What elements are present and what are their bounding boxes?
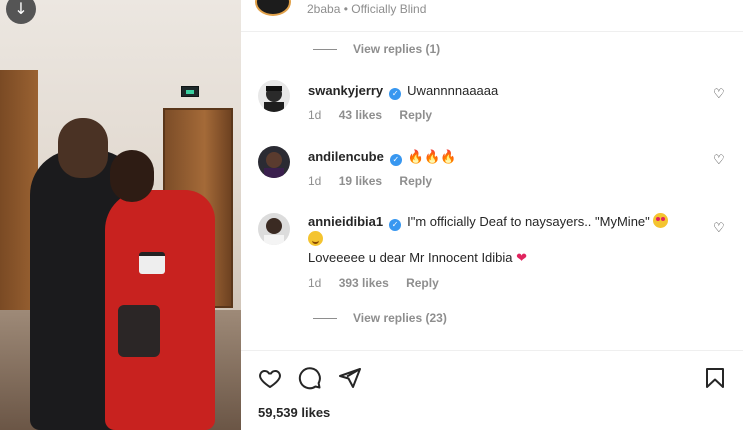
reply-button[interactable]: Reply	[399, 108, 432, 122]
comment-body: annieidibia1 ✓ I"m officially Deaf to nays…	[308, 213, 708, 268]
comment-text: Uwannnnaaaaa	[407, 83, 499, 98]
comment-text: 🔥🔥🔥	[407, 150, 457, 165]
comment-icon[interactable]	[298, 366, 322, 390]
comment-username[interactable]: andilencube	[308, 149, 384, 164]
smiling-face-emoji-icon	[308, 231, 323, 246]
download-icon[interactable]: ↓	[6, 0, 36, 24]
view-replies-button[interactable]: View replies (23)	[313, 311, 447, 325]
comment-text: I"m officially Deaf to naysayers.. "MyMi…	[407, 214, 650, 229]
comment-time: 1d	[308, 174, 322, 188]
verified-badge-icon: ✓	[389, 88, 402, 100]
reply-button[interactable]: Reply	[399, 174, 432, 188]
view-replies-label: View replies (23)	[353, 311, 447, 325]
view-replies-label: View replies (1)	[353, 42, 441, 56]
comment-meta: 1d 43 likes Reply	[308, 108, 446, 122]
media-person-woman-head	[110, 150, 154, 202]
media-exit-sign	[181, 86, 199, 97]
comment-time: 1d	[308, 276, 322, 290]
avatar[interactable]	[258, 80, 290, 112]
caption-row: 2baba • Officially Blind	[241, 0, 743, 32]
comments-panel: 2baba • Officially Blind View replies (1…	[241, 0, 743, 430]
media-cup	[139, 252, 165, 274]
view-replies-button[interactable]: View replies (1)	[313, 42, 440, 56]
comment-likes[interactable]: 43 likes	[339, 108, 382, 122]
share-icon[interactable]	[338, 366, 362, 390]
comment-meta: 1d 393 likes Reply	[308, 276, 453, 290]
comment-likes[interactable]: 19 likes	[339, 174, 382, 188]
comment-body: swankyjerry ✓ Uwannnnaaaaa	[308, 82, 708, 100]
divider-line	[313, 48, 337, 50]
media-bag	[118, 305, 160, 357]
comment-username[interactable]: annieidibia1	[308, 214, 383, 229]
heart-eyes-emoji-icon	[653, 213, 669, 228]
comment-username[interactable]: swankyjerry	[308, 83, 383, 98]
verified-badge-icon: ✓	[389, 219, 402, 231]
avatar[interactable]	[255, 0, 291, 16]
comment-time: 1d	[308, 108, 322, 122]
comment-likes[interactable]: 393 likes	[339, 276, 389, 290]
divider-line	[313, 317, 337, 319]
heart-emoji-icon: ❤	[516, 251, 528, 266]
caption-text: 2baba • Officially Blind	[307, 2, 427, 16]
heart-icon[interactable]	[258, 366, 282, 390]
like-comment-heart-icon[interactable]: ♡	[713, 222, 727, 236]
post-media[interactable]: ↓	[0, 0, 241, 430]
like-comment-heart-icon[interactable]: ♡	[713, 88, 727, 102]
divider	[241, 350, 743, 351]
reply-button[interactable]: Reply	[406, 276, 439, 290]
bookmark-icon[interactable]	[703, 366, 727, 390]
comment-body: andilencube ✓ 🔥🔥🔥	[308, 148, 708, 167]
verified-badge-icon: ✓	[389, 154, 402, 166]
like-comment-heart-icon[interactable]: ♡	[713, 154, 727, 168]
avatar[interactable]	[258, 146, 290, 178]
comment-meta: 1d 19 likes Reply	[308, 174, 446, 188]
comment-text-line2: Loveeeee u dear Mr Innocent Idibia	[308, 250, 513, 265]
avatar[interactable]	[258, 213, 290, 245]
post-likes-count[interactable]: 59,539 likes	[258, 405, 330, 420]
media-person-man-head	[58, 118, 108, 178]
